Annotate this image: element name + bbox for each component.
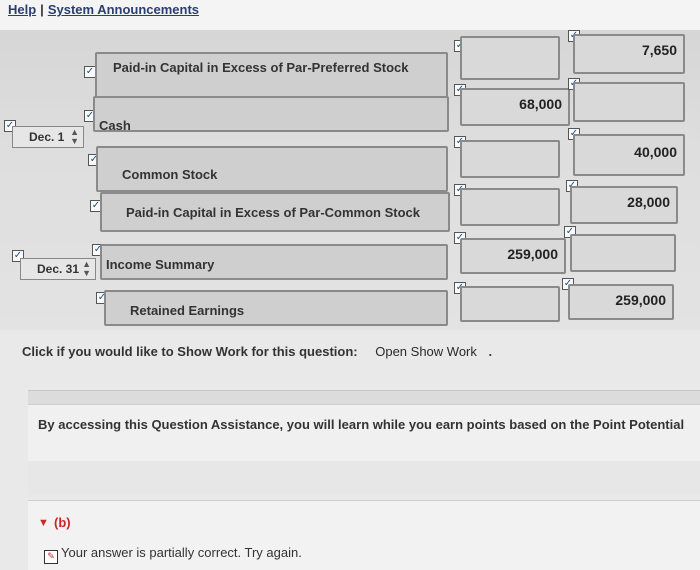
credit-value: 259,000 <box>615 292 666 308</box>
pencil-icon: ✎ <box>44 550 58 564</box>
question-assistance-panel: By accessing this Question Assistance, y… <box>28 404 700 495</box>
credit-value: 28,000 <box>627 194 670 210</box>
answer-status: ✎ Your answer is partially correct. Try a… <box>44 545 302 564</box>
credit-field-row-4[interactable]: 28,000 <box>570 186 678 224</box>
date-select-dec-31[interactable]: Dec. 31 ▲ ▼ <box>20 258 96 280</box>
account-field-common-stock[interactable]: Common Stock <box>96 146 448 192</box>
part-b-section: ▼ (b) ✎ Your answer is partially correct.… <box>28 500 700 570</box>
assistance-text: By accessing this Question Assistance, y… <box>38 417 685 432</box>
debit-value: 259,000 <box>507 246 558 262</box>
debit-field-row-2[interactable]: 68,000 <box>460 88 570 126</box>
account-field-paid-in-capital-common[interactable]: Paid-in Capital in Excess of Par-Common … <box>100 192 450 232</box>
spinner-arrows-icon[interactable]: ▲ ▼ <box>82 260 91 278</box>
date-label: Dec. 31 <box>37 262 80 276</box>
account-label: Income Summary <box>106 257 215 272</box>
credit-field-row-1[interactable]: 7,650 <box>573 34 685 74</box>
top-links: Help | System Announcements <box>8 2 199 17</box>
help-link[interactable]: Help <box>8 2 36 17</box>
debit-field-row-5[interactable]: 259,000 <box>460 238 566 274</box>
credit-field-row-3[interactable]: 40,000 <box>573 134 685 176</box>
nav-separator: | <box>40 2 44 17</box>
credit-field-row-2[interactable] <box>573 82 685 122</box>
account-label: Common Stock <box>122 167 218 182</box>
open-show-work-link[interactable]: Open Show Work <box>375 344 477 359</box>
triangle-down-icon[interactable]: ▼ <box>38 517 49 529</box>
date-select-dec-1[interactable]: Dec. 1 ▲ ▼ <box>12 126 84 148</box>
debit-field-row-4[interactable] <box>460 188 560 226</box>
credit-value: 7,650 <box>641 42 677 58</box>
account-field-income-summary[interactable]: Income Summary <box>100 244 448 280</box>
show-work-dot: . <box>488 344 493 359</box>
debit-field-row-1[interactable] <box>460 36 560 80</box>
date-label: Dec. 1 <box>29 130 65 144</box>
system-announcements-link[interactable]: System Announcements <box>48 2 199 17</box>
account-label: Paid-in Capital in Excess of Par-Preferr… <box>113 60 409 75</box>
debit-value: 68,000 <box>519 96 562 112</box>
debit-field-row-3[interactable] <box>460 140 560 178</box>
top-nav: Help | System Announcements <box>0 0 700 30</box>
credit-value: 40,000 <box>634 144 677 160</box>
show-work-row: Click if you would like to Show Work for… <box>22 344 492 359</box>
part-b-label[interactable]: (b) <box>54 515 71 530</box>
credit-field-row-6[interactable]: 259,000 <box>568 284 674 320</box>
spinner-arrows-icon[interactable]: ▲ ▼ <box>70 128 79 146</box>
account-field-retained-earnings[interactable]: Retained Earnings <box>104 290 448 326</box>
account-label: Retained Earnings <box>130 303 245 318</box>
answer-status-text: Your answer is partially correct. Try ag… <box>61 545 302 560</box>
assistance-lower-band <box>28 461 700 495</box>
credit-field-row-5[interactable] <box>570 234 676 272</box>
account-field-paid-in-capital-preferred[interactable]: Paid-in Capital in Excess of Par-Preferr… <box>95 52 448 98</box>
account-label: Cash <box>99 118 131 133</box>
debit-field-row-6[interactable] <box>460 286 560 322</box>
show-work-prompt: Click if you would like to Show Work for… <box>22 344 358 359</box>
account-field-cash[interactable]: Cash <box>93 96 449 133</box>
account-label: Paid-in Capital in Excess of Par-Common … <box>126 205 421 220</box>
assistance-divider <box>28 390 700 405</box>
